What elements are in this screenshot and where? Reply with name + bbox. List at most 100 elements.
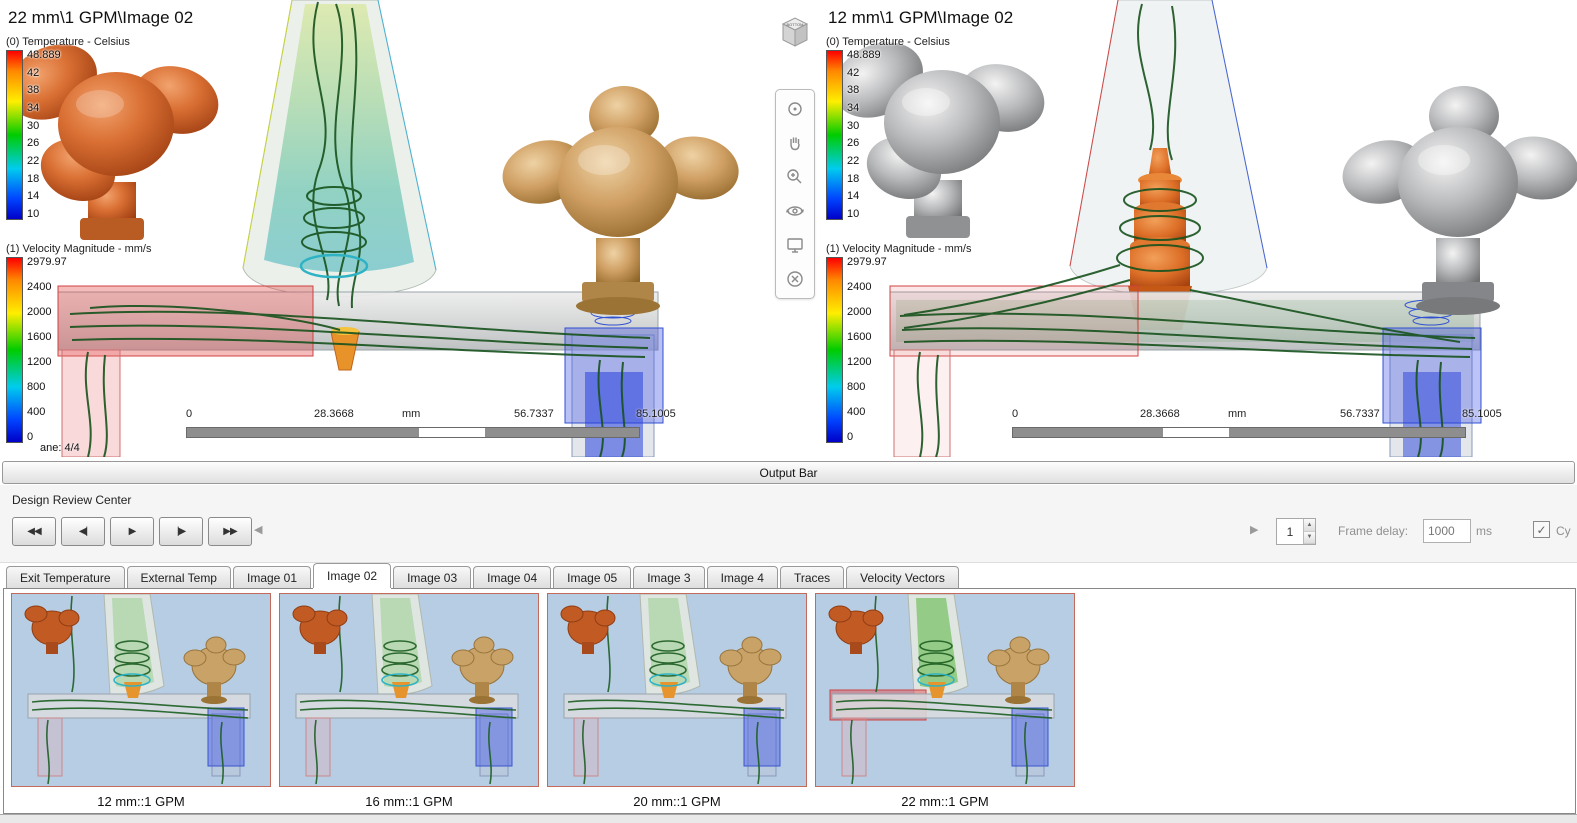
legend-tick: 1200 xyxy=(847,356,872,368)
output-bar[interactable]: Output Bar xyxy=(2,461,1575,484)
tab[interactable]: Image 05 xyxy=(553,566,632,588)
temperature-legend-title: (0) Temperature - Celsius xyxy=(826,36,950,48)
close-icon xyxy=(787,271,803,287)
filmstrip-thumbnail[interactable]: 20 mm::1 GPM xyxy=(547,593,807,809)
velocity-colorbar xyxy=(826,257,843,443)
tab[interactable]: Image 03 xyxy=(393,566,472,588)
design-review-center-panel: Design Review Center ◀◀ ◀| ▶ |▶ ▶▶ ◀ ▶ ▲… xyxy=(0,485,1577,563)
tab[interactable]: Image 01 xyxy=(232,566,312,588)
rotate-view-icon xyxy=(786,206,804,216)
close-toolbar-button[interactable] xyxy=(782,266,808,292)
view-cube-icon: BOTTOM xyxy=(781,17,809,47)
scale-scrollbar[interactable] xyxy=(1012,427,1466,438)
legend-tick: 10 xyxy=(27,207,40,220)
filmstrip-panel: 12 mm::1 GPM 16 mm::1 GPM 20 mm::1 GPM 2… xyxy=(3,588,1576,814)
temperature-ticks: 48.889 42 38 34 30 26 22 18 14 10 xyxy=(847,50,881,220)
legend-tick: 2400 xyxy=(27,281,52,293)
tab[interactable]: Image 02 xyxy=(313,563,392,588)
legend-tick: 2000 xyxy=(27,306,52,318)
legend-tick: 800 xyxy=(847,381,866,393)
view-cube[interactable]: BOTTOM xyxy=(775,12,815,61)
scrollbar-thumb[interactable] xyxy=(1163,428,1229,437)
frame-delay-input[interactable] xyxy=(1423,519,1471,543)
frame-delay-unit: ms xyxy=(1476,524,1492,538)
panel-title: Design Review Center xyxy=(12,493,132,507)
legend-tick: 34 xyxy=(847,101,860,114)
filmstrip: 12 mm::1 GPM 16 mm::1 GPM 20 mm::1 GPM 2… xyxy=(11,593,1075,809)
app-window: 22 mm\1 GPM\Image 02 (0) Temperature - C… xyxy=(0,0,1577,823)
tab[interactable]: Image 3 xyxy=(633,566,705,588)
velocity-legend: (1) Velocity Magnitude - mm/s 2979.97 240… xyxy=(826,243,972,443)
cycle-checkbox[interactable] xyxy=(1533,521,1550,538)
step-back-button[interactable]: ◀| xyxy=(61,517,105,546)
legend-tick: 2979.97 xyxy=(847,256,887,268)
appearance-button[interactable] xyxy=(782,232,808,258)
pan-icon xyxy=(790,137,800,151)
velocity-ticks: 2979.97 2400 2000 1600 1200 800 400 0 xyxy=(27,257,67,443)
ruler-unit: mm xyxy=(1228,408,1247,420)
legend-tick: 26 xyxy=(27,137,40,150)
slider-right-arrow[interactable]: ▶ xyxy=(1250,523,1258,536)
tab[interactable]: Image 4 xyxy=(706,566,778,588)
step-forward-button[interactable]: |▶ xyxy=(159,517,203,546)
viewport-left[interactable]: 22 mm\1 GPM\Image 02 (0) Temperature - C… xyxy=(0,0,770,457)
orbit-icon xyxy=(788,102,802,116)
temperature-legend: (0) Temperature - Celsius 48.889 42 38 34 30… xyxy=(6,36,130,220)
rotate-view-button[interactable] xyxy=(782,198,808,224)
spinner-down-icon[interactable]: ▼ xyxy=(1304,531,1315,544)
zoom-button[interactable] xyxy=(782,164,808,190)
filmstrip-thumbnail[interactable]: 16 mm::1 GPM xyxy=(279,593,539,809)
legend-tick: 30 xyxy=(27,119,40,132)
temperature-legend: (0) Temperature - Celsius 48.889 42 38 34 30… xyxy=(826,36,950,220)
ruler-tick: 56.7337 xyxy=(1340,408,1380,420)
viewport-right[interactable]: 12 mm\1 GPM\Image 02 (0) Temperature - C… xyxy=(820,0,1577,457)
filmstrip-thumbnail[interactable]: 12 mm::1 GPM xyxy=(11,593,271,809)
scale-scrollbar[interactable] xyxy=(186,427,640,438)
tab[interactable]: External Temp xyxy=(126,566,231,588)
nav-panel xyxy=(775,89,815,299)
frame-number-input[interactable] xyxy=(1277,519,1303,544)
legend-tick: 10 xyxy=(847,207,860,220)
thumbnail-caption: 22 mm::1 GPM xyxy=(901,794,989,809)
legend-tick: 26 xyxy=(847,137,860,150)
tab[interactable]: Exit Temperature xyxy=(6,566,125,588)
legend-tick: 400 xyxy=(847,406,866,418)
tab[interactable]: Velocity Vectors xyxy=(846,566,959,588)
legend-tick: 800 xyxy=(27,381,46,393)
bottom-scrollbar[interactable] xyxy=(0,814,1577,823)
legend-tick: 42 xyxy=(847,66,860,79)
viewport-title: 12 mm\1 GPM\Image 02 xyxy=(828,8,1014,27)
frame-delay-label: Frame delay: xyxy=(1338,524,1409,538)
temperature-ticks: 48.889 42 38 34 30 26 22 18 14 10 xyxy=(27,50,61,220)
tab[interactable]: Traces xyxy=(779,566,845,588)
thumbnail-image[interactable] xyxy=(547,593,807,787)
slider-left-arrow[interactable]: ◀ xyxy=(254,523,262,536)
temperature-legend-title: (0) Temperature - Celsius xyxy=(6,36,130,48)
orbit-button[interactable] xyxy=(782,96,808,122)
thumbnail-image[interactable] xyxy=(11,593,271,787)
velocity-legend-title: (1) Velocity Magnitude - mm/s xyxy=(6,243,152,255)
velocity-colorbar xyxy=(6,257,23,443)
filmstrip-thumbnail[interactable]: 22 mm::1 GPM xyxy=(815,593,1075,809)
ruler-tick: 28.3668 xyxy=(314,408,354,420)
play-button[interactable]: ▶ xyxy=(110,517,154,546)
velocity-legend: (1) Velocity Magnitude - mm/s 2979.97 240… xyxy=(6,243,152,443)
thumbnail-image[interactable] xyxy=(815,593,1075,787)
go-to-start-button[interactable]: ◀◀ xyxy=(12,517,56,546)
thumbnail-image[interactable] xyxy=(279,593,539,787)
legend-tick: 14 xyxy=(847,190,860,203)
legend-tick: 48.889 xyxy=(27,49,61,61)
scale-ruler: 0 28.3668 mm 56.7337 85.1005 xyxy=(186,408,676,450)
velocity-ticks: 2979.97 2400 2000 1600 1200 800 400 0 xyxy=(847,257,887,443)
pan-button[interactable] xyxy=(782,130,808,156)
scrollbar-thumb[interactable] xyxy=(419,428,485,437)
ruler-tick: 0 xyxy=(1012,408,1019,420)
tab[interactable]: Image 04 xyxy=(473,566,552,588)
spinner-up-icon[interactable]: ▲ xyxy=(1304,519,1315,532)
temperature-colorbar xyxy=(6,50,23,220)
legend-tick: 1600 xyxy=(27,331,52,343)
ruler-unit: mm xyxy=(402,408,421,420)
ruler-tick: 85.1005 xyxy=(636,408,676,420)
go-to-end-button[interactable]: ▶▶ xyxy=(208,517,252,546)
cycle-label: Cy xyxy=(1556,524,1571,538)
